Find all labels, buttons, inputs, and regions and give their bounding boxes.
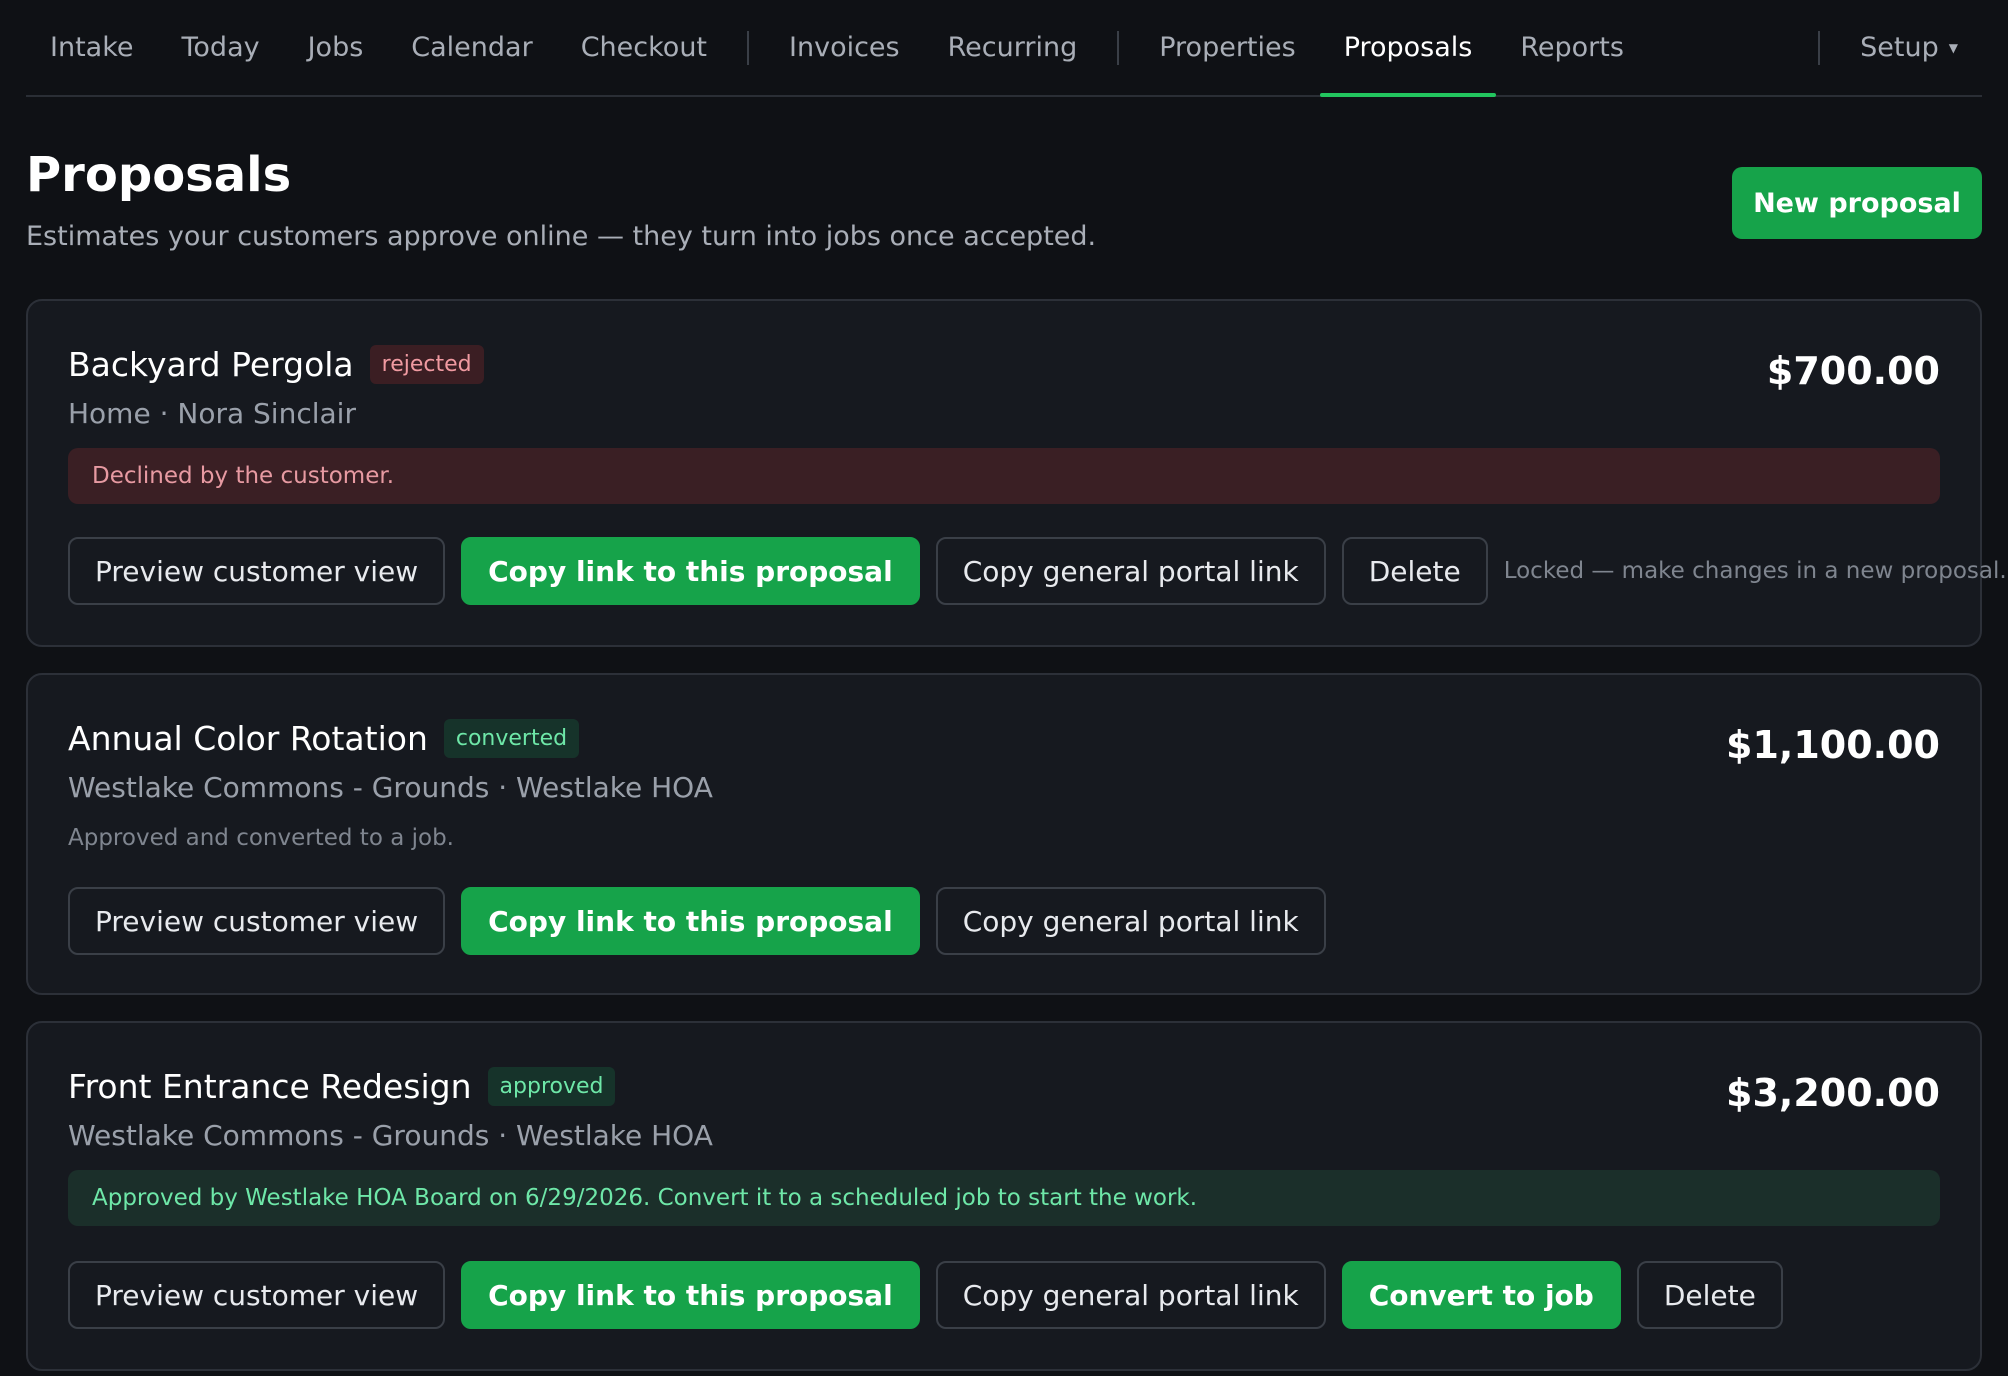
proposal-card: Annual Color Rotation converted $1,100.0… [26, 673, 1982, 995]
copy-portal-link-button[interactable]: Copy general portal link [935, 887, 1326, 955]
proposal-amount: $3,200.00 [1726, 1071, 1940, 1115]
nav-item-jobs[interactable]: Jobs [284, 0, 388, 95]
proposal-title: Annual Color Rotation [68, 719, 428, 758]
copy-portal-link-button[interactable]: Copy general portal link [935, 1261, 1326, 1329]
status-badge: converted [443, 719, 580, 758]
nav-item-reports[interactable]: Reports [1496, 0, 1648, 95]
nav-item-proposals[interactable]: Proposals [1319, 0, 1497, 97]
proposal-subtitle: Westlake Commons - Grounds · Westlake HO… [68, 1119, 713, 1152]
proposals-page: Intake Today Jobs Calendar Checkout Invo… [0, 0, 2008, 1376]
locked-note: Locked — make changes in a new proposal. [1503, 558, 2007, 584]
delete-button[interactable]: Delete [1636, 1261, 1783, 1329]
nav-item-properties[interactable]: Properties [1135, 0, 1319, 95]
nav-item-calendar[interactable]: Calendar [387, 0, 556, 95]
status-banner: Declined by the customer. [68, 448, 1940, 504]
status-badge: rejected [369, 345, 484, 384]
proposal-title-row: Annual Color Rotation converted [68, 719, 580, 758]
new-proposal-button[interactable]: New proposal [1732, 167, 1982, 239]
nav-item-recurring[interactable]: Recurring [924, 0, 1102, 95]
nav-divider [1818, 30, 1821, 65]
preview-customer-view-button[interactable]: Preview customer view [68, 537, 446, 605]
preview-customer-view-button[interactable]: Preview customer view [68, 887, 446, 955]
copy-proposal-link-button[interactable]: Copy link to this proposal [461, 537, 920, 605]
proposal-amount: $700.00 [1766, 349, 1940, 393]
proposal-amount: $1,100.00 [1726, 723, 1940, 767]
convert-to-job-button[interactable]: Convert to job [1341, 1261, 1621, 1329]
delete-button[interactable]: Delete [1341, 537, 1488, 605]
preview-customer-view-button[interactable]: Preview customer view [68, 1261, 446, 1329]
proposal-card: Front Entrance Redesign approved $3,200.… [26, 1021, 1982, 1371]
caret-down-icon: ▼ [1948, 40, 1958, 55]
nav-item-today[interactable]: Today [158, 0, 284, 95]
page-header: Proposals Estimates your customers appro… [26, 97, 1982, 299]
status-banner: Approved by Westlake HOA Board on 6/29/2… [68, 1170, 1940, 1226]
proposal-title: Backyard Pergola [68, 345, 354, 384]
nav-item-checkout[interactable]: Checkout [557, 0, 731, 95]
proposal-title-row: Front Entrance Redesign approved [68, 1067, 616, 1106]
nav-setup-label: Setup [1860, 32, 1939, 63]
copy-proposal-link-button[interactable]: Copy link to this proposal [461, 1261, 920, 1329]
status-note: Approved and converted to a job. [68, 825, 454, 851]
status-badge: approved [487, 1067, 616, 1106]
nav-divider [1117, 30, 1120, 65]
proposal-title: Front Entrance Redesign [68, 1067, 472, 1106]
proposal-actions: Preview customer view Copy link to this … [68, 537, 2007, 605]
page-subtitle: Estimates your customers approve online … [26, 221, 1097, 252]
nav-divider [747, 30, 750, 65]
proposal-subtitle: Westlake Commons - Grounds · Westlake HO… [68, 771, 713, 804]
proposal-card: Backyard Pergola rejected $700.00 Home ·… [26, 299, 2007, 647]
copy-portal-link-button[interactable]: Copy general portal link [935, 537, 1326, 605]
nav-item-setup[interactable]: Setup ▼ [1836, 0, 1982, 95]
nav-item-intake[interactable]: Intake [26, 0, 158, 95]
proposal-actions: Preview customer view Copy link to this … [68, 887, 1342, 955]
proposal-subtitle: Home · Nora Sinclair [68, 397, 356, 430]
copy-proposal-link-button[interactable]: Copy link to this proposal [461, 887, 920, 955]
page-title: Proposals [26, 147, 292, 203]
nav-item-invoices[interactable]: Invoices [765, 0, 924, 95]
proposal-actions: Preview customer view Copy link to this … [68, 1261, 1799, 1329]
proposal-title-row: Backyard Pergola rejected [68, 345, 484, 384]
top-nav: Intake Today Jobs Calendar Checkout Invo… [26, 0, 1982, 97]
